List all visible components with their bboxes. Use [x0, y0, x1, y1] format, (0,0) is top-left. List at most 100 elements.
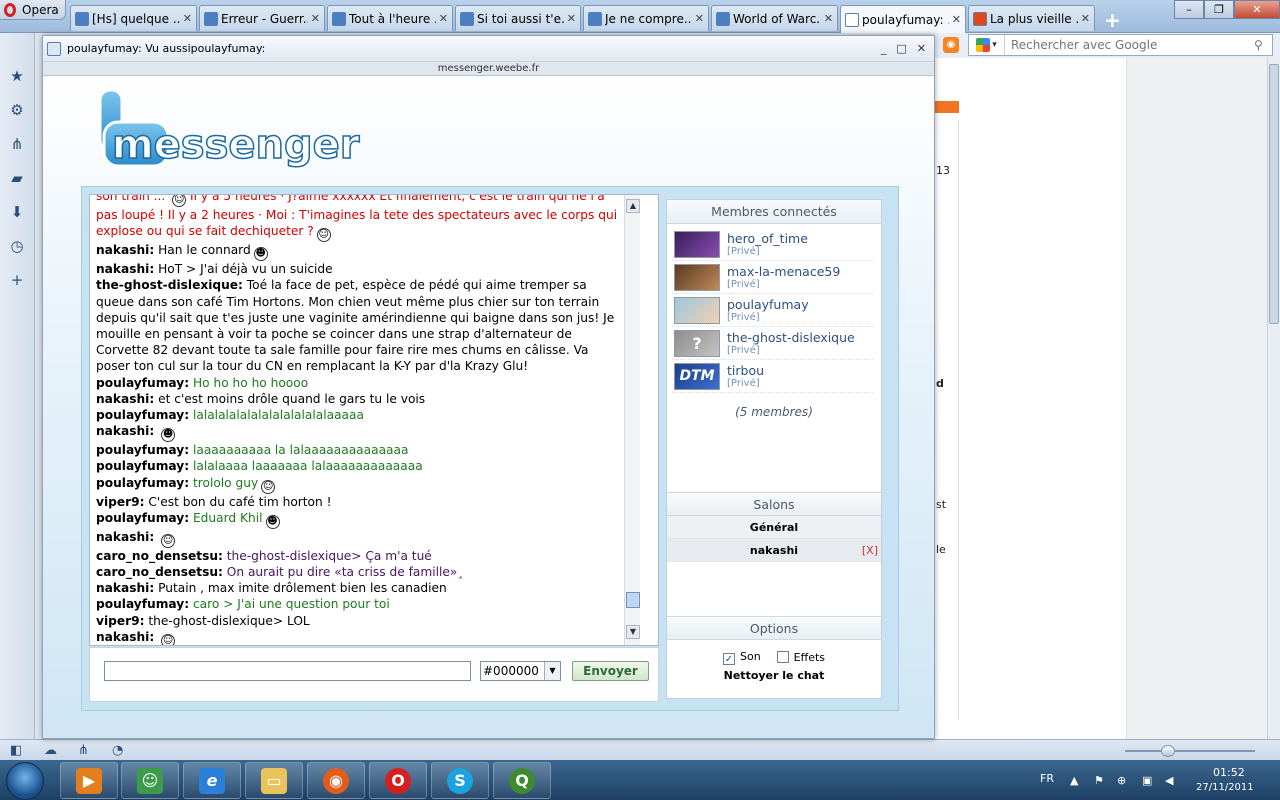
private-message-link[interactable]: [Privé]	[727, 279, 760, 290]
message-nick[interactable]: caro_no_densetsu:	[96, 549, 223, 563]
message-input[interactable]	[104, 661, 471, 681]
rss-feed-icon[interactable]: ◉	[943, 37, 959, 53]
message-nick[interactable]: nakashi:	[96, 424, 154, 438]
tab-close-icon[interactable]: ✕	[567, 12, 576, 25]
browser-tab[interactable]: Erreur - Guerr... ✕	[199, 5, 325, 31]
popup-minimize-button[interactable]: _	[881, 42, 887, 55]
message-nick[interactable]: poulayfumay:	[96, 476, 189, 490]
browser-tab[interactable]: Si toi aussi t'e... ✕	[455, 5, 581, 31]
member-item[interactable]: hero_of_time [Privé]	[672, 228, 873, 261]
zoom-slider-track[interactable]	[1125, 750, 1255, 752]
member-name[interactable]: max-la-menace59	[727, 264, 840, 279]
member-avatar[interactable]: DTM	[674, 363, 720, 390]
message-nick[interactable]: nakashi:	[96, 581, 154, 595]
message-nick[interactable]: poulayfumay:	[96, 459, 189, 473]
close-window-button[interactable]: ✕	[1234, 0, 1280, 19]
browser-tab[interactable]: La plus vieille ... ✕	[968, 5, 1095, 31]
downloads-icon[interactable]: ⬇	[9, 204, 25, 220]
message-nick[interactable]: poulayfumay:	[96, 511, 189, 525]
clear-chat-link[interactable]: Nettoyer le chat	[667, 669, 881, 682]
message-nick[interactable]: the-ghost-dislexique:	[96, 278, 243, 292]
tab-close-icon[interactable]: ✕	[311, 12, 320, 25]
settings-gear-icon[interactable]: ⚙	[9, 102, 25, 118]
popup-title-bar[interactable]: poulayfumay: Vu aussipoulayfumay: _ □ ✕	[43, 36, 934, 62]
new-tab-plus-icon[interactable]: +	[1104, 8, 1121, 32]
message-nick[interactable]: nakashi:	[96, 530, 154, 544]
private-message-link[interactable]: [Privé]	[727, 312, 760, 323]
member-item[interactable]: DTM tirbou [Privé]	[672, 360, 873, 393]
message-nick[interactable]: nakashi:	[96, 392, 154, 406]
search-field[interactable]: ▾ ⚲	[968, 34, 1273, 56]
member-name[interactable]: hero_of_time	[727, 231, 808, 246]
message-nick[interactable]: poulayfumay:	[96, 597, 189, 611]
scroll-down-arrow-icon[interactable]: ▼	[626, 625, 640, 639]
message-nick[interactable]: caro_no_densetsu:	[96, 565, 223, 579]
popup-close-button[interactable]: ✕	[917, 42, 926, 55]
text-color-select[interactable]: #000000 ▼	[480, 661, 561, 681]
chat-scrollbar[interactable]: ▲ ▼	[624, 195, 640, 645]
effects-checkbox[interactable]	[776, 651, 789, 663]
member-avatar[interactable]	[674, 264, 720, 291]
member-name[interactable]: poulayfumay	[727, 297, 809, 312]
member-item[interactable]: max-la-menace59 [Privé]	[672, 261, 873, 294]
history-clock-icon[interactable]: ◷	[9, 238, 25, 254]
taskbar-explorer[interactable]: ▭	[245, 762, 303, 799]
member-item[interactable]: poulayfumay [Privé]	[672, 294, 873, 327]
search-engine-selector[interactable]: ▾	[969, 35, 1005, 55]
tab-close-icon[interactable]: ✕	[439, 12, 448, 25]
chevron-down-icon[interactable]: ▼	[544, 662, 560, 680]
member-name[interactable]: the-ghost-dislexique	[727, 330, 855, 345]
search-icon[interactable]: ⚲	[1254, 38, 1272, 52]
salon-nakashi[interactable]: nakashi [X]	[667, 539, 881, 562]
member-avatar[interactable]: ?	[674, 330, 720, 357]
language-indicator[interactable]: FR	[1040, 772, 1054, 800]
member-avatar[interactable]	[674, 297, 720, 324]
turbo-icon[interactable]: ◔	[112, 743, 123, 758]
bookmarks-star-icon[interactable]: ★	[9, 68, 25, 84]
volume-icon[interactable]: ◀	[1165, 774, 1177, 787]
effects-option[interactable]: Effets	[776, 651, 825, 664]
tab-close-icon[interactable]: ✕	[824, 12, 833, 25]
notes-icon[interactable]: ▰	[9, 170, 25, 186]
message-nick[interactable]: nakashi:	[96, 243, 154, 257]
private-message-link[interactable]: [Privé]	[727, 378, 760, 389]
member-name[interactable]: tirbou	[727, 363, 764, 378]
tab-close-icon[interactable]: ✕	[952, 13, 961, 26]
tray-app-icon[interactable]: ⊕	[1117, 774, 1129, 787]
browser-tab[interactable]: World of Warc... ✕	[711, 5, 838, 31]
restore-button[interactable]: ❐	[1204, 0, 1234, 19]
unite-icon[interactable]: ⋔	[78, 743, 89, 758]
opera-link-cloud-icon[interactable]: ☁	[44, 743, 57, 758]
browser-tab[interactable]: [Hs] quelque ... ✕	[70, 5, 197, 31]
taskbar-messenger[interactable]: ☺	[121, 762, 179, 799]
browser-tab[interactable]: Je ne compre... ✕	[583, 5, 709, 31]
page-scrollbar[interactable]	[1267, 58, 1280, 739]
message-nick[interactable]: poulayfumay:	[96, 408, 189, 422]
popup-maximize-button[interactable]: □	[896, 42, 906, 55]
sound-option[interactable]: ✓ Son	[722, 650, 761, 665]
member-item[interactable]: ? the-ghost-dislexique [Privé]	[672, 327, 873, 360]
taskbar-firefox[interactable]: ◉	[307, 762, 365, 799]
message-nick[interactable]: poulayfumay:	[96, 376, 189, 390]
network-icon[interactable]: ▣	[1142, 774, 1154, 787]
taskbar-internet-explorer[interactable]: e	[183, 762, 241, 799]
message-nick[interactable]: nakashi:	[96, 630, 154, 644]
tab-close-icon[interactable]: ✕	[183, 12, 192, 25]
send-button[interactable]: Envoyer	[572, 661, 649, 681]
browser-tab[interactable]: Tout à l'heure ...✕	[327, 5, 453, 31]
message-nick[interactable]: poulayfumay:	[96, 443, 189, 457]
zoom-slider-handle[interactable]	[1161, 745, 1175, 757]
sound-checkbox[interactable]: ✓	[722, 653, 735, 665]
taskbar-media-player[interactable]: ▶	[60, 762, 118, 799]
message-nick[interactable]: nakashi:	[96, 262, 154, 276]
clock-date[interactable]: 27/11/2011	[1196, 782, 1254, 800]
search-input[interactable]	[1011, 38, 1254, 52]
salon-general[interactable]: Général	[667, 516, 881, 539]
private-message-link[interactable]: [Privé]	[727, 246, 760, 257]
taskbar-opera[interactable]: O	[369, 762, 427, 799]
tray-arrow-icon[interactable]: ▲	[1070, 774, 1082, 787]
message-nick[interactable]: viper9:	[96, 495, 144, 509]
close-salon-button[interactable]: [X]	[862, 539, 878, 562]
add-panel-plus-icon[interactable]: +	[9, 272, 25, 288]
minimize-button[interactable]: –	[1174, 0, 1204, 19]
